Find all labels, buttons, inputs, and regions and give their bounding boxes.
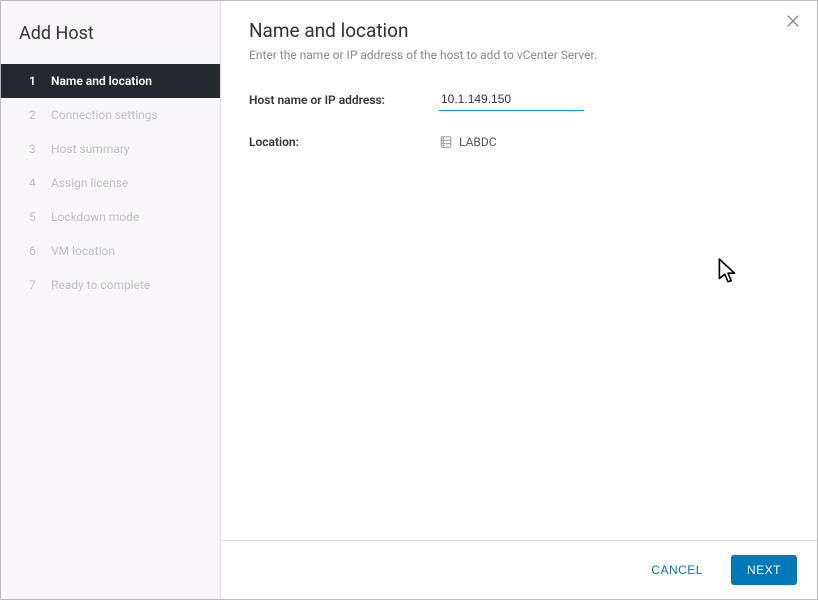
next-button[interactable]: NEXT — [731, 555, 797, 585]
step-number: 4 — [29, 176, 45, 190]
close-button[interactable] — [783, 13, 803, 33]
step-label: Lockdown mode — [51, 210, 139, 224]
location-row: Location: — [249, 135, 789, 149]
close-icon — [786, 14, 800, 32]
datacenter-icon — [439, 135, 453, 149]
wizard-steps: 1 Name and location 2 Connection setting… — [1, 64, 220, 302]
add-host-dialog: Add Host 1 Name and location 2 Connectio… — [0, 0, 818, 600]
step-assign-license: 4 Assign license — [1, 166, 220, 200]
page-heading: Name and location — [249, 19, 789, 42]
step-label: VM location — [51, 244, 115, 258]
location-value-cell: LABDC — [439, 135, 789, 149]
main-content: Name and location Enter the name or IP a… — [221, 1, 817, 540]
step-number: 7 — [29, 278, 45, 292]
step-label: Connection settings — [51, 108, 158, 122]
step-label: Name and location — [51, 74, 152, 88]
host-input[interactable] — [439, 88, 584, 111]
step-label: Host summary — [51, 142, 130, 156]
step-number: 3 — [29, 142, 45, 156]
step-lockdown-mode: 5 Lockdown mode — [1, 200, 220, 234]
step-host-summary: 3 Host summary — [1, 132, 220, 166]
step-label: Assign license — [51, 176, 128, 190]
cancel-button[interactable]: CANCEL — [637, 556, 717, 584]
location-label: Location: — [249, 135, 439, 149]
location-text: LABDC — [459, 135, 497, 149]
step-connection-settings: 2 Connection settings — [1, 98, 220, 132]
wizard-sidebar: Add Host 1 Name and location 2 Connectio… — [1, 1, 221, 599]
host-row: Host name or IP address: — [249, 88, 789, 111]
page-subheading: Enter the name or IP address of the host… — [249, 48, 789, 62]
location-value: LABDC — [439, 135, 789, 149]
wizard-footer: CANCEL NEXT — [221, 540, 817, 599]
host-label: Host name or IP address: — [249, 93, 439, 107]
step-number: 6 — [29, 244, 45, 258]
step-ready-to-complete: 7 Ready to complete — [1, 268, 220, 302]
wizard-title: Add Host — [1, 19, 220, 64]
step-vm-location: 6 VM location — [1, 234, 220, 268]
step-label: Ready to complete — [51, 278, 150, 292]
host-value-cell — [439, 88, 789, 111]
wizard-main: Name and location Enter the name or IP a… — [221, 1, 817, 599]
step-name-and-location[interactable]: 1 Name and location — [1, 64, 220, 98]
step-number: 2 — [29, 108, 45, 122]
step-number: 1 — [29, 74, 45, 88]
step-number: 5 — [29, 210, 45, 224]
